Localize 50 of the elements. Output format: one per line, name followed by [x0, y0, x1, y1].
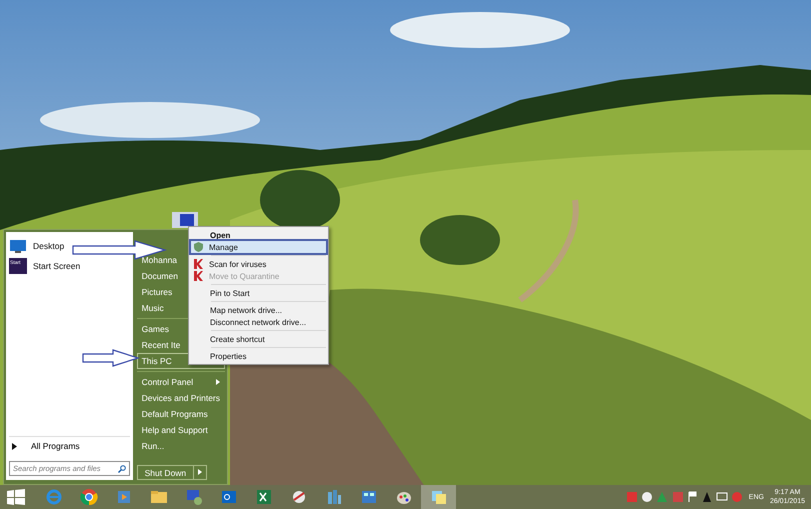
start-menu-item-label: This PC — [142, 356, 172, 366]
context-menu-item[interactable]: Scan for viruses — [191, 258, 326, 270]
start-menu-item[interactable]: Devices and Printers — [136, 390, 225, 406]
sticky-notes-icon[interactable] — [430, 488, 448, 506]
context-menu-item-label: Manage — [209, 242, 238, 252]
start-menu-item-label: Control Panel — [142, 377, 194, 387]
context-menu-item-label: Move to Quarantine — [209, 272, 280, 280]
search-icon — [118, 464, 126, 472]
browser-icon[interactable] — [80, 488, 98, 506]
context-menu-item-label: Open — [210, 230, 230, 240]
start-menu-item-label: Default Programs — [142, 409, 208, 419]
shut-down-options-button[interactable] — [194, 465, 208, 480]
computer-icon[interactable] — [170, 212, 200, 228]
shut-down-button[interactable]: Shut Down — [136, 465, 194, 480]
start-menu-item[interactable]: Run... — [136, 438, 225, 454]
mail-icon[interactable] — [220, 488, 238, 506]
antivirus-icon — [194, 271, 203, 281]
start-menu-item[interactable]: Control Panel — [136, 374, 225, 390]
context-menu-item[interactable]: Open — [191, 229, 326, 241]
context-menu-item-label: Disconnect network drive... — [210, 318, 306, 326]
spreadsheet-icon[interactable] — [254, 488, 272, 506]
start-menu-item[interactable]: Default Programs — [136, 406, 225, 422]
monitor-icon — [9, 238, 27, 254]
triangle-icon — [12, 442, 17, 450]
pinned-item-label: Start Screen — [33, 261, 80, 271]
context-menu-item[interactable]: Disconnect network drive... — [191, 316, 326, 328]
context-menu-item-label: Pin to Start — [210, 288, 250, 298]
context-menu-item-label: Create shortcut — [210, 334, 265, 344]
arrow-icon — [198, 468, 202, 474]
taskbar-button[interactable] — [421, 485, 456, 509]
context-menu-item[interactable]: Manage — [191, 241, 326, 253]
start-menu-item-label: Devices and Printers — [142, 393, 220, 403]
app-icon[interactable] — [360, 488, 378, 506]
antivirus-icon — [194, 259, 203, 269]
context-menu-item[interactable]: Pin to Start — [191, 287, 326, 299]
pinned-item-label: Desktop — [33, 241, 64, 251]
submenu-arrow-icon — [216, 379, 220, 385]
folder-icon[interactable] — [150, 488, 168, 506]
context-menu-item-label: Scan for viruses — [209, 260, 266, 268]
context-menu-item-label: Map network drive... — [210, 306, 282, 314]
start-menu-item-label: Help and Support — [142, 425, 208, 435]
windows-logo-icon[interactable] — [6, 489, 26, 505]
tray-icons-drawing[interactable] — [626, 491, 743, 503]
shield-icon — [194, 242, 203, 252]
pinned-item[interactable]: Desktop — [9, 236, 66, 256]
start-menu-item-label: Run... — [142, 441, 164, 451]
context-menu-item[interactable]: Map network drive... — [191, 304, 326, 316]
all-programs-item[interactable]: All Programs — [9, 436, 130, 455]
start-menu-item[interactable]: Help and Support — [136, 422, 225, 438]
context-menu-item[interactable]: Create shortcut — [191, 333, 326, 345]
